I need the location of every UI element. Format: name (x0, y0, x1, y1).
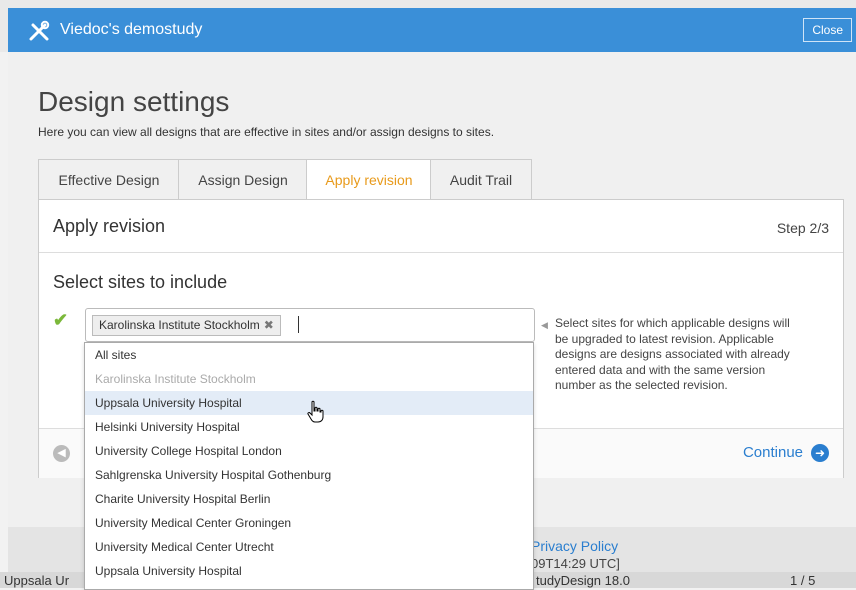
panel-heading: Apply revision (53, 216, 166, 236)
dropdown-option[interactable]: University Medical Center Groningen (85, 511, 533, 535)
app-title: Viedoc's demostudy (60, 21, 203, 38)
dropdown-option[interactable]: University College Hospital London (85, 439, 533, 463)
tab-audit-trail[interactable]: Audit Trail (430, 159, 532, 201)
check-icon: ✔ (53, 310, 69, 330)
selected-site-chip: Karolinska Institute Stockholm ✖ (92, 315, 281, 336)
panel-header: Apply revision Step 2/3 (39, 200, 843, 253)
pointer-icon: ◀ (541, 320, 548, 330)
section-title: Select sites to include (53, 272, 228, 292)
dropdown-option[interactable]: Uppsala University Hospital (85, 559, 533, 583)
hand-pointer-icon (307, 400, 324, 423)
privacy-policy-link[interactable]: Privacy Policy (531, 538, 618, 554)
continue-label: Continue (742, 444, 803, 461)
dropdown-option[interactable]: Sahlgrenska University Hospital Gothenbu… (85, 463, 533, 487)
tab-apply-revision[interactable]: Apply revision (306, 159, 432, 201)
tab-effective-design[interactable]: Effective Design (38, 159, 180, 201)
help-text-body: Select sites for which applicable design… (555, 316, 790, 392)
bg-row-site: Uppsala Ur (4, 573, 70, 588)
page-title: Design settings (38, 86, 230, 117)
help-text: ◀ Select sites for which applicable desi… (541, 316, 791, 394)
text-caret (298, 316, 299, 333)
tools-icon (29, 20, 50, 41)
bg-row-count: 1 / 5 (790, 573, 816, 588)
tab-assign-design[interactable]: Assign Design (178, 159, 308, 201)
back-arrow-icon[interactable]: ◀ (53, 445, 70, 462)
dropdown-option[interactable]: All sites (85, 343, 533, 367)
bg-row-design: tudyDesign 18.0 (536, 573, 630, 588)
chip-label: Karolinska Institute Stockholm (99, 318, 260, 332)
dropdown-option-disabled: Karolinska Institute Stockholm (95, 372, 256, 386)
footer-timestamp: 09T14:29 UTC] (531, 556, 620, 571)
page-subtitle: Here you can view all designs that are e… (38, 125, 495, 139)
site-select-input[interactable]: Karolinska Institute Stockholm ✖ (85, 308, 535, 342)
remove-chip-icon[interactable]: ✖ (264, 318, 274, 332)
arrow-right-icon: ➜ (811, 444, 829, 463)
dropdown-option[interactable]: University Medical Center Utrecht (85, 535, 533, 559)
close-button[interactable]: Close (803, 18, 852, 42)
step-indicator: Step 2/3 (776, 220, 829, 236)
site-dropdown: All sites Karolinska Institute Stockholm… (84, 342, 534, 590)
continue-button[interactable]: Continue ➜ (743, 443, 829, 463)
dropdown-option[interactable]: Charite University Hospital Berlin (85, 487, 533, 511)
dialog-header: Viedoc's demostudy Close (8, 8, 856, 52)
